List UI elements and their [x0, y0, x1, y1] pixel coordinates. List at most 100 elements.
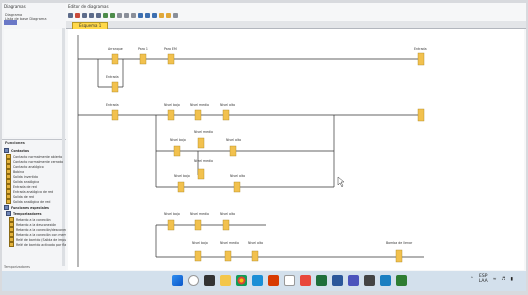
contact-entrada-seal[interactable]: Entrada: [106, 75, 119, 93]
search-icon[interactable]: [188, 275, 199, 286]
excel-icon[interactable]: [316, 275, 327, 286]
function-label: Salida invertida: [13, 174, 38, 179]
diagrams-panel-title: Diagramas: [4, 4, 26, 9]
cut-icon[interactable]: [82, 12, 87, 18]
paste-icon[interactable]: [96, 12, 101, 18]
contact-paro-1[interactable]: Paro 1: [138, 47, 148, 65]
contact-entrada[interactable]: Entrada: [106, 103, 119, 121]
edge-icon[interactable]: [252, 275, 263, 286]
contact-label: Nivel alto: [230, 174, 245, 178]
selected-tree-item[interactable]: [4, 20, 17, 25]
contact-nivel-bajo[interactable]: Nivel bajo: [164, 212, 180, 231]
group-contacts[interactable]: Contactos: [4, 148, 29, 153]
zoom-out-icon[interactable]: [145, 12, 150, 18]
delete-icon[interactable]: [75, 12, 80, 18]
task-view-icon[interactable]: [204, 275, 215, 286]
mouse-cursor-icon: [337, 176, 345, 188]
screen: Diagramas Diagrama Lista de base Diagram…: [2, 3, 526, 271]
contact-label: Nivel bajo: [164, 212, 180, 216]
contact-nivel-alto[interactable]: Nivel alto: [226, 138, 241, 157]
app-icon[interactable]: [364, 275, 375, 286]
battery-icon[interactable]: ▮: [511, 277, 513, 282]
function-item[interactable]: Salida analógica de red: [6, 199, 50, 204]
contact-paro-em[interactable]: Paro EM: [164, 47, 177, 65]
system-tray: ⌃ ESP LAA ≈ ♬ ▮: [470, 274, 518, 284]
function-label: Contacto normalmente abierto: [13, 154, 63, 159]
contact-label: Entrada: [106, 103, 119, 107]
select-tool-icon[interactable]: [68, 12, 73, 18]
coil-label: Entrada: [414, 47, 427, 51]
app-icon[interactable]: [380, 275, 391, 286]
contact-label: Nivel alto: [220, 103, 235, 107]
group-timers[interactable]: Temporizadores: [6, 211, 41, 216]
function-label: Salida analógica de red: [13, 199, 51, 204]
word-icon[interactable]: [332, 275, 343, 286]
contact-label: Nivel alto: [226, 138, 241, 142]
function-label: Salida analógica: [13, 179, 40, 184]
grid-icon[interactable]: [124, 12, 129, 18]
settings-icon[interactable]: [166, 12, 171, 18]
chevron-up-icon[interactable]: ⌃: [470, 277, 474, 282]
office-icon[interactable]: [268, 275, 279, 286]
contact-nivel-bajo[interactable]: Nivel bajo: [164, 103, 180, 121]
print-icon[interactable]: [173, 12, 178, 18]
contact-nivel-alto[interactable]: Nivel alto: [220, 212, 235, 231]
function-label: Contacto analógico: [13, 164, 44, 169]
wifi-icon[interactable]: ≈: [493, 277, 497, 282]
app-icon[interactable]: [300, 275, 311, 286]
volume-icon[interactable]: ♬: [501, 277, 505, 282]
region-code: LAA: [478, 279, 488, 284]
ladder-canvas[interactable]: Arranque Paro 1 Paro EM Entrada Entrada …: [68, 29, 524, 270]
connect-icon[interactable]: [117, 12, 122, 18]
contact-label: Arranque: [108, 47, 123, 51]
align-icon[interactable]: [131, 12, 136, 18]
folder-icon: [4, 148, 9, 153]
contact-nivel-bajo[interactable]: Nivel bajo: [174, 174, 190, 193]
zoom-in-icon[interactable]: [138, 12, 143, 18]
language-indicator[interactable]: ESP LAA: [479, 274, 488, 284]
contact-nivel-medio[interactable]: Nivel medio: [220, 241, 239, 262]
coil-rung-2[interactable]: [417, 108, 425, 122]
coil-bomba-de-llenar[interactable]: Bomba de llenar: [386, 241, 413, 263]
tree-blank-area: [4, 29, 62, 137]
contact-arranque[interactable]: Arranque: [108, 47, 123, 65]
function-label: Retardo a la conexión con memoria: [16, 232, 73, 237]
zoom-fit-icon[interactable]: [152, 12, 157, 18]
simulate-icon[interactable]: [159, 12, 164, 18]
function-item[interactable]: Relé de barrido activado por flanco: [9, 242, 72, 247]
contact-nivel-medio[interactable]: Nivel medio: [194, 159, 213, 163]
contact-nivel-alto[interactable]: Nivel alto: [248, 241, 263, 262]
coil-entrada[interactable]: Entrada: [414, 47, 427, 66]
start-icon[interactable]: [172, 275, 183, 286]
editor-title: Editor de diagramas: [68, 4, 109, 9]
contact-label: Nivel bajo: [192, 241, 208, 245]
contact-nivel-alto[interactable]: Nivel alto: [220, 103, 235, 121]
contact-nivel-bajo[interactable]: Nivel bajo: [170, 138, 186, 157]
windows-taskbar: ⌃ ESP LAA ≈ ♬ ▮: [2, 271, 526, 291]
chrome-icon[interactable]: [236, 275, 247, 286]
panel-divider: [2, 139, 66, 140]
undo-icon[interactable]: [103, 12, 108, 18]
function-label: Bobina: [13, 169, 25, 174]
contact-nivel-bajo[interactable]: Nivel bajo: [192, 241, 208, 262]
function-label: Retardo a la conexión/desconexión: [16, 227, 72, 232]
ladder-diagram: Arranque Paro 1 Paro EM Entrada Entrada …: [77, 35, 427, 267]
copy-icon[interactable]: [89, 12, 94, 18]
network-icon: [6, 199, 11, 204]
function-label: Relé de barrido activado por flanco: [16, 242, 72, 247]
contact-nivel-alto[interactable]: Nivel alto: [230, 174, 245, 193]
group-label: Temporizadores: [13, 211, 42, 216]
contact-nivel-medio-b[interactable]: [197, 168, 205, 180]
function-label: Entrada de red: [13, 184, 37, 189]
store-icon[interactable]: [284, 275, 295, 286]
plc-software-icon[interactable]: [396, 275, 407, 286]
contact-nivel-medio[interactable]: Nivel medio: [194, 130, 213, 149]
redo-icon[interactable]: [110, 12, 115, 18]
group-label: Contactos: [11, 148, 29, 153]
contact-nivel-medio[interactable]: Nivel medio: [190, 103, 209, 121]
file-explorer-icon[interactable]: [220, 275, 231, 286]
contact-nivel-medio[interactable]: Nivel medio: [190, 212, 209, 231]
teams-icon[interactable]: [348, 275, 359, 286]
function-label: Contacto normalmente cerrado: [13, 159, 64, 164]
group-special-functions[interactable]: Funciones especiales: [4, 205, 49, 210]
